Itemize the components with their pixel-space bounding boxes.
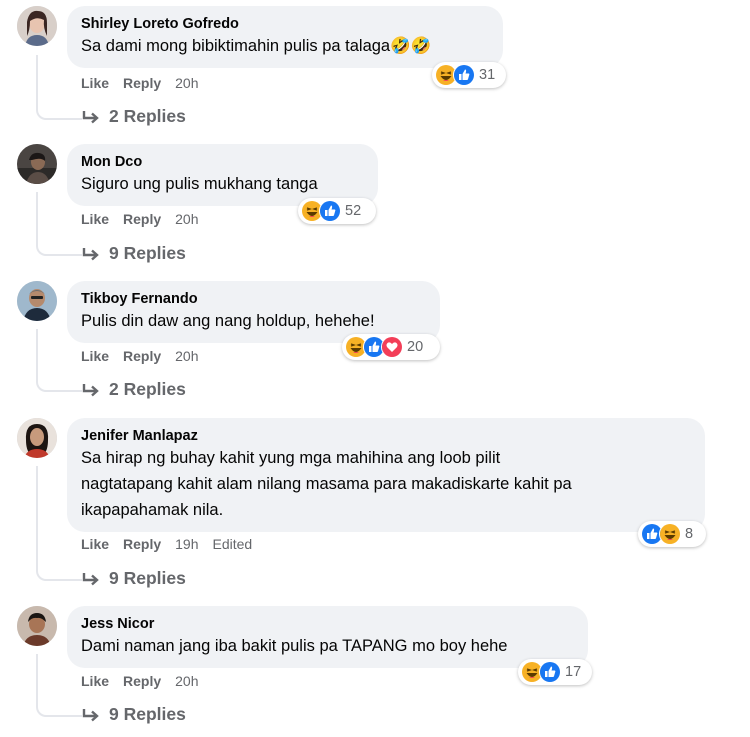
like-icon	[453, 64, 475, 86]
comment-author[interactable]: Jess Nicor	[81, 615, 574, 633]
comment-text-line: ikapapahamak nila.	[81, 501, 224, 519]
haha-icon	[659, 523, 681, 545]
timestamp[interactable]: 20h	[175, 348, 198, 364]
comment-bubble: Shirley Loreto Gofredo Sa dami mong bibi…	[67, 6, 503, 68]
like-icon	[319, 200, 341, 222]
reply-arrow-icon	[82, 572, 99, 585]
replies-label: 9 Replies	[109, 243, 186, 263]
reaction-count: 17	[565, 664, 582, 680]
like-button[interactable]: Like	[81, 536, 109, 552]
avatar[interactable]	[17, 606, 57, 646]
view-replies-button[interactable]: 2 Replies	[81, 379, 186, 400]
comment-bubble: Jess Nicor Dami naman jang iba bakit pul…	[67, 606, 588, 668]
comment-author[interactable]: Tikboy Fernando	[81, 290, 426, 308]
timestamp[interactable]: 20h	[175, 211, 198, 227]
comment-actions: Like Reply 20h	[81, 348, 199, 364]
timestamp[interactable]: 19h	[175, 536, 198, 552]
reaction-summary[interactable]: 52	[298, 198, 376, 224]
reaction-count: 31	[479, 67, 496, 83]
comment-bubble: Jenifer Manlapaz Sa hirap ng buhay kahit…	[67, 418, 705, 532]
like-button[interactable]: Like	[81, 75, 109, 91]
reaction-count: 52	[345, 203, 362, 219]
reply-button[interactable]: Reply	[123, 348, 161, 364]
timestamp[interactable]: 20h	[175, 75, 198, 91]
comment-actions: Like Reply 20h	[81, 211, 199, 227]
reply-button[interactable]: Reply	[123, 536, 161, 552]
reaction-summary[interactable]: 20	[342, 334, 440, 360]
comment-text-line: Sa hirap ng buhay kahit yung mga mahihin…	[81, 449, 501, 467]
avatar[interactable]	[17, 144, 57, 184]
reaction-summary[interactable]: 17	[518, 659, 592, 685]
replies-label: 9 Replies	[109, 704, 186, 724]
comment-actions: Like Reply 20h	[81, 75, 199, 91]
view-replies-button[interactable]: 2 Replies	[81, 106, 186, 127]
reaction-summary[interactable]: 8	[638, 521, 706, 547]
reply-arrow-icon	[82, 247, 99, 260]
avatar[interactable]	[17, 418, 57, 458]
reply-arrow-icon	[82, 110, 99, 123]
like-button[interactable]: Like	[81, 211, 109, 227]
reply-arrow-icon	[82, 383, 99, 396]
replies-label: 2 Replies	[109, 379, 186, 399]
view-replies-button[interactable]: 9 Replies	[81, 568, 186, 589]
comment-actions: Like Reply 20h	[81, 673, 199, 689]
comment-text: Dami naman jang iba bakit pulis pa TAPAN…	[81, 637, 508, 655]
reaction-count: 20	[407, 339, 424, 355]
reply-button[interactable]: Reply	[123, 211, 161, 227]
like-icon	[539, 661, 561, 683]
comment-text: Sa dami mong bibiktimahin pulis pa talag…	[81, 37, 432, 55]
edited-label[interactable]: Edited	[213, 536, 253, 552]
replies-label: 9 Replies	[109, 568, 186, 588]
comment-text: Pulis din daw ang nang holdup, hehehe!	[81, 312, 375, 330]
comment-bubble: Mon Dco Siguro ung pulis mukhang tanga	[67, 144, 378, 206]
reaction-summary[interactable]: 31	[432, 62, 506, 88]
replies-label: 2 Replies	[109, 106, 186, 126]
like-button[interactable]: Like	[81, 348, 109, 364]
reply-arrow-icon	[82, 708, 99, 721]
comment-text: Siguro ung pulis mukhang tanga	[81, 175, 318, 193]
comment-author[interactable]: Jenifer Manlapaz	[81, 427, 691, 445]
reply-button[interactable]: Reply	[123, 673, 161, 689]
timestamp[interactable]: 20h	[175, 673, 198, 689]
comment-author[interactable]: Shirley Loreto Gofredo	[81, 15, 489, 33]
like-button[interactable]: Like	[81, 673, 109, 689]
view-replies-button[interactable]: 9 Replies	[81, 243, 186, 264]
comment-text-line: nagtatapang kahit alam nilang masama par…	[81, 475, 572, 493]
comment-author[interactable]: Mon Dco	[81, 153, 364, 171]
reaction-count: 8	[685, 526, 694, 542]
view-replies-button[interactable]: 9 Replies	[81, 704, 186, 725]
avatar[interactable]	[17, 6, 57, 46]
reply-button[interactable]: Reply	[123, 75, 161, 91]
love-icon	[381, 336, 403, 358]
comment-actions: Like Reply 19h Edited	[81, 536, 252, 552]
avatar[interactable]	[17, 281, 57, 321]
